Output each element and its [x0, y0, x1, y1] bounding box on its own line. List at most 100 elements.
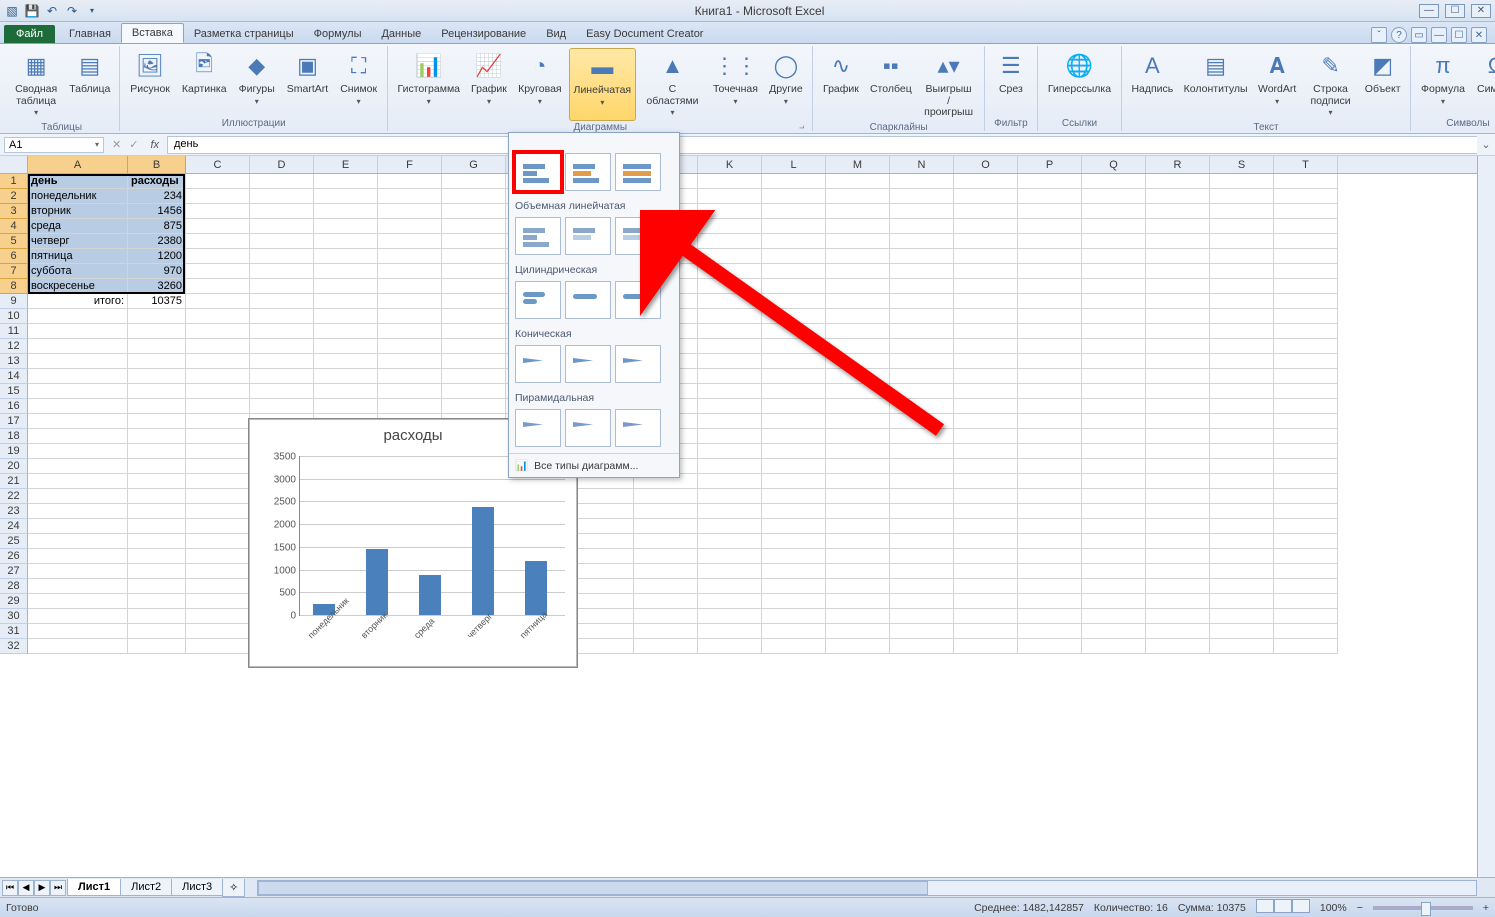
cell-B23[interactable]: [128, 504, 186, 519]
cell-Q2[interactable]: [1082, 189, 1146, 204]
cell-B13[interactable]: [128, 354, 186, 369]
cell-A30[interactable]: [28, 609, 128, 624]
cell-Q5[interactable]: [1082, 234, 1146, 249]
cell-G16[interactable]: [442, 399, 506, 414]
sheet-nav-first[interactable]: ⏮: [2, 880, 18, 896]
row-header-21[interactable]: 21: [0, 474, 28, 489]
tab-insert[interactable]: Вставка: [121, 23, 184, 43]
scatter-chart-button[interactable]: ⋮⋮Точечная▾: [709, 48, 761, 121]
cell-Q14[interactable]: [1082, 369, 1146, 384]
sheet-tab-1[interactable]: Лист1: [67, 879, 121, 896]
cell-M29[interactable]: [826, 594, 890, 609]
cell-T21[interactable]: [1274, 474, 1338, 489]
cell-N12[interactable]: [890, 339, 954, 354]
cell-Q1[interactable]: [1082, 174, 1146, 189]
cell-R13[interactable]: [1146, 354, 1210, 369]
cell-C25[interactable]: [186, 534, 250, 549]
cell-K3[interactable]: [698, 204, 762, 219]
cell-G3[interactable]: [442, 204, 506, 219]
cell-E11[interactable]: [314, 324, 378, 339]
cell-T19[interactable]: [1274, 444, 1338, 459]
cell-B29[interactable]: [128, 594, 186, 609]
cell-E1[interactable]: [314, 174, 378, 189]
cell-T28[interactable]: [1274, 579, 1338, 594]
cell-C16[interactable]: [186, 399, 250, 414]
cell-P10[interactable]: [1018, 309, 1082, 324]
cell-R14[interactable]: [1146, 369, 1210, 384]
row-header-2[interactable]: 2: [0, 189, 28, 204]
gallery-3d-clustered-bar[interactable]: [515, 217, 561, 255]
cell-M19[interactable]: [826, 444, 890, 459]
cell-C9[interactable]: [186, 294, 250, 309]
cell-K1[interactable]: [698, 174, 762, 189]
cell-R6[interactable]: [1146, 249, 1210, 264]
tab-home[interactable]: Главная: [59, 25, 121, 43]
cell-O14[interactable]: [954, 369, 1018, 384]
cell-S19[interactable]: [1210, 444, 1274, 459]
cell-K21[interactable]: [698, 474, 762, 489]
cell-L20[interactable]: [762, 459, 826, 474]
cell-A29[interactable]: [28, 594, 128, 609]
cell-B20[interactable]: [128, 459, 186, 474]
zoom-slider[interactable]: [1373, 906, 1473, 910]
cell-G11[interactable]: [442, 324, 506, 339]
cell-M12[interactable]: [826, 339, 890, 354]
cell-C5[interactable]: [186, 234, 250, 249]
cell-N11[interactable]: [890, 324, 954, 339]
cell-Q22[interactable]: [1082, 489, 1146, 504]
cell-B22[interactable]: [128, 489, 186, 504]
tab-easy-document[interactable]: Easy Document Creator: [576, 25, 713, 43]
name-box[interactable]: ▾: [4, 137, 104, 153]
cell-D13[interactable]: [250, 354, 314, 369]
cell-J22[interactable]: [634, 489, 698, 504]
cell-K26[interactable]: [698, 549, 762, 564]
cell-S18[interactable]: [1210, 429, 1274, 444]
cell-S2[interactable]: [1210, 189, 1274, 204]
tab-data[interactable]: Данные: [371, 25, 431, 43]
cell-F1[interactable]: [378, 174, 442, 189]
col-header-Q[interactable]: Q: [1082, 156, 1146, 173]
cell-J28[interactable]: [634, 579, 698, 594]
screenshot-button[interactable]: ⛶Снимок▾: [336, 48, 381, 117]
cell-A11[interactable]: [28, 324, 128, 339]
cell-O28[interactable]: [954, 579, 1018, 594]
cell-O30[interactable]: [954, 609, 1018, 624]
cell-P29[interactable]: [1018, 594, 1082, 609]
cell-C13[interactable]: [186, 354, 250, 369]
cell-F6[interactable]: [378, 249, 442, 264]
cell-E16[interactable]: [314, 399, 378, 414]
cell-L8[interactable]: [762, 279, 826, 294]
cell-O18[interactable]: [954, 429, 1018, 444]
cell-B15[interactable]: [128, 384, 186, 399]
cell-L32[interactable]: [762, 639, 826, 654]
cell-N3[interactable]: [890, 204, 954, 219]
cell-D4[interactable]: [250, 219, 314, 234]
cell-B32[interactable]: [128, 639, 186, 654]
cell-P9[interactable]: [1018, 294, 1082, 309]
save-icon[interactable]: 💾: [24, 3, 40, 19]
cell-O31[interactable]: [954, 624, 1018, 639]
cell-R24[interactable]: [1146, 519, 1210, 534]
cell-T32[interactable]: [1274, 639, 1338, 654]
tab-view[interactable]: Вид: [536, 25, 576, 43]
cell-B30[interactable]: [128, 609, 186, 624]
row-header-27[interactable]: 27: [0, 564, 28, 579]
pivot-table-button[interactable]: ▦Своднаятаблица ▾: [10, 48, 62, 121]
cell-B25[interactable]: [128, 534, 186, 549]
cell-K28[interactable]: [698, 579, 762, 594]
cell-L3[interactable]: [762, 204, 826, 219]
cell-R1[interactable]: [1146, 174, 1210, 189]
cell-P12[interactable]: [1018, 339, 1082, 354]
cell-P8[interactable]: [1018, 279, 1082, 294]
cell-R23[interactable]: [1146, 504, 1210, 519]
cell-L10[interactable]: [762, 309, 826, 324]
cell-Q4[interactable]: [1082, 219, 1146, 234]
cell-B16[interactable]: [128, 399, 186, 414]
cell-I26[interactable]: [570, 549, 634, 564]
enter-icon[interactable]: ✓: [125, 138, 142, 151]
cell-A13[interactable]: [28, 354, 128, 369]
cell-P31[interactable]: [1018, 624, 1082, 639]
sparkline-winloss-button[interactable]: ▴▾Выигрыш /проигрыш: [919, 48, 978, 121]
cell-C14[interactable]: [186, 369, 250, 384]
cell-F8[interactable]: [378, 279, 442, 294]
